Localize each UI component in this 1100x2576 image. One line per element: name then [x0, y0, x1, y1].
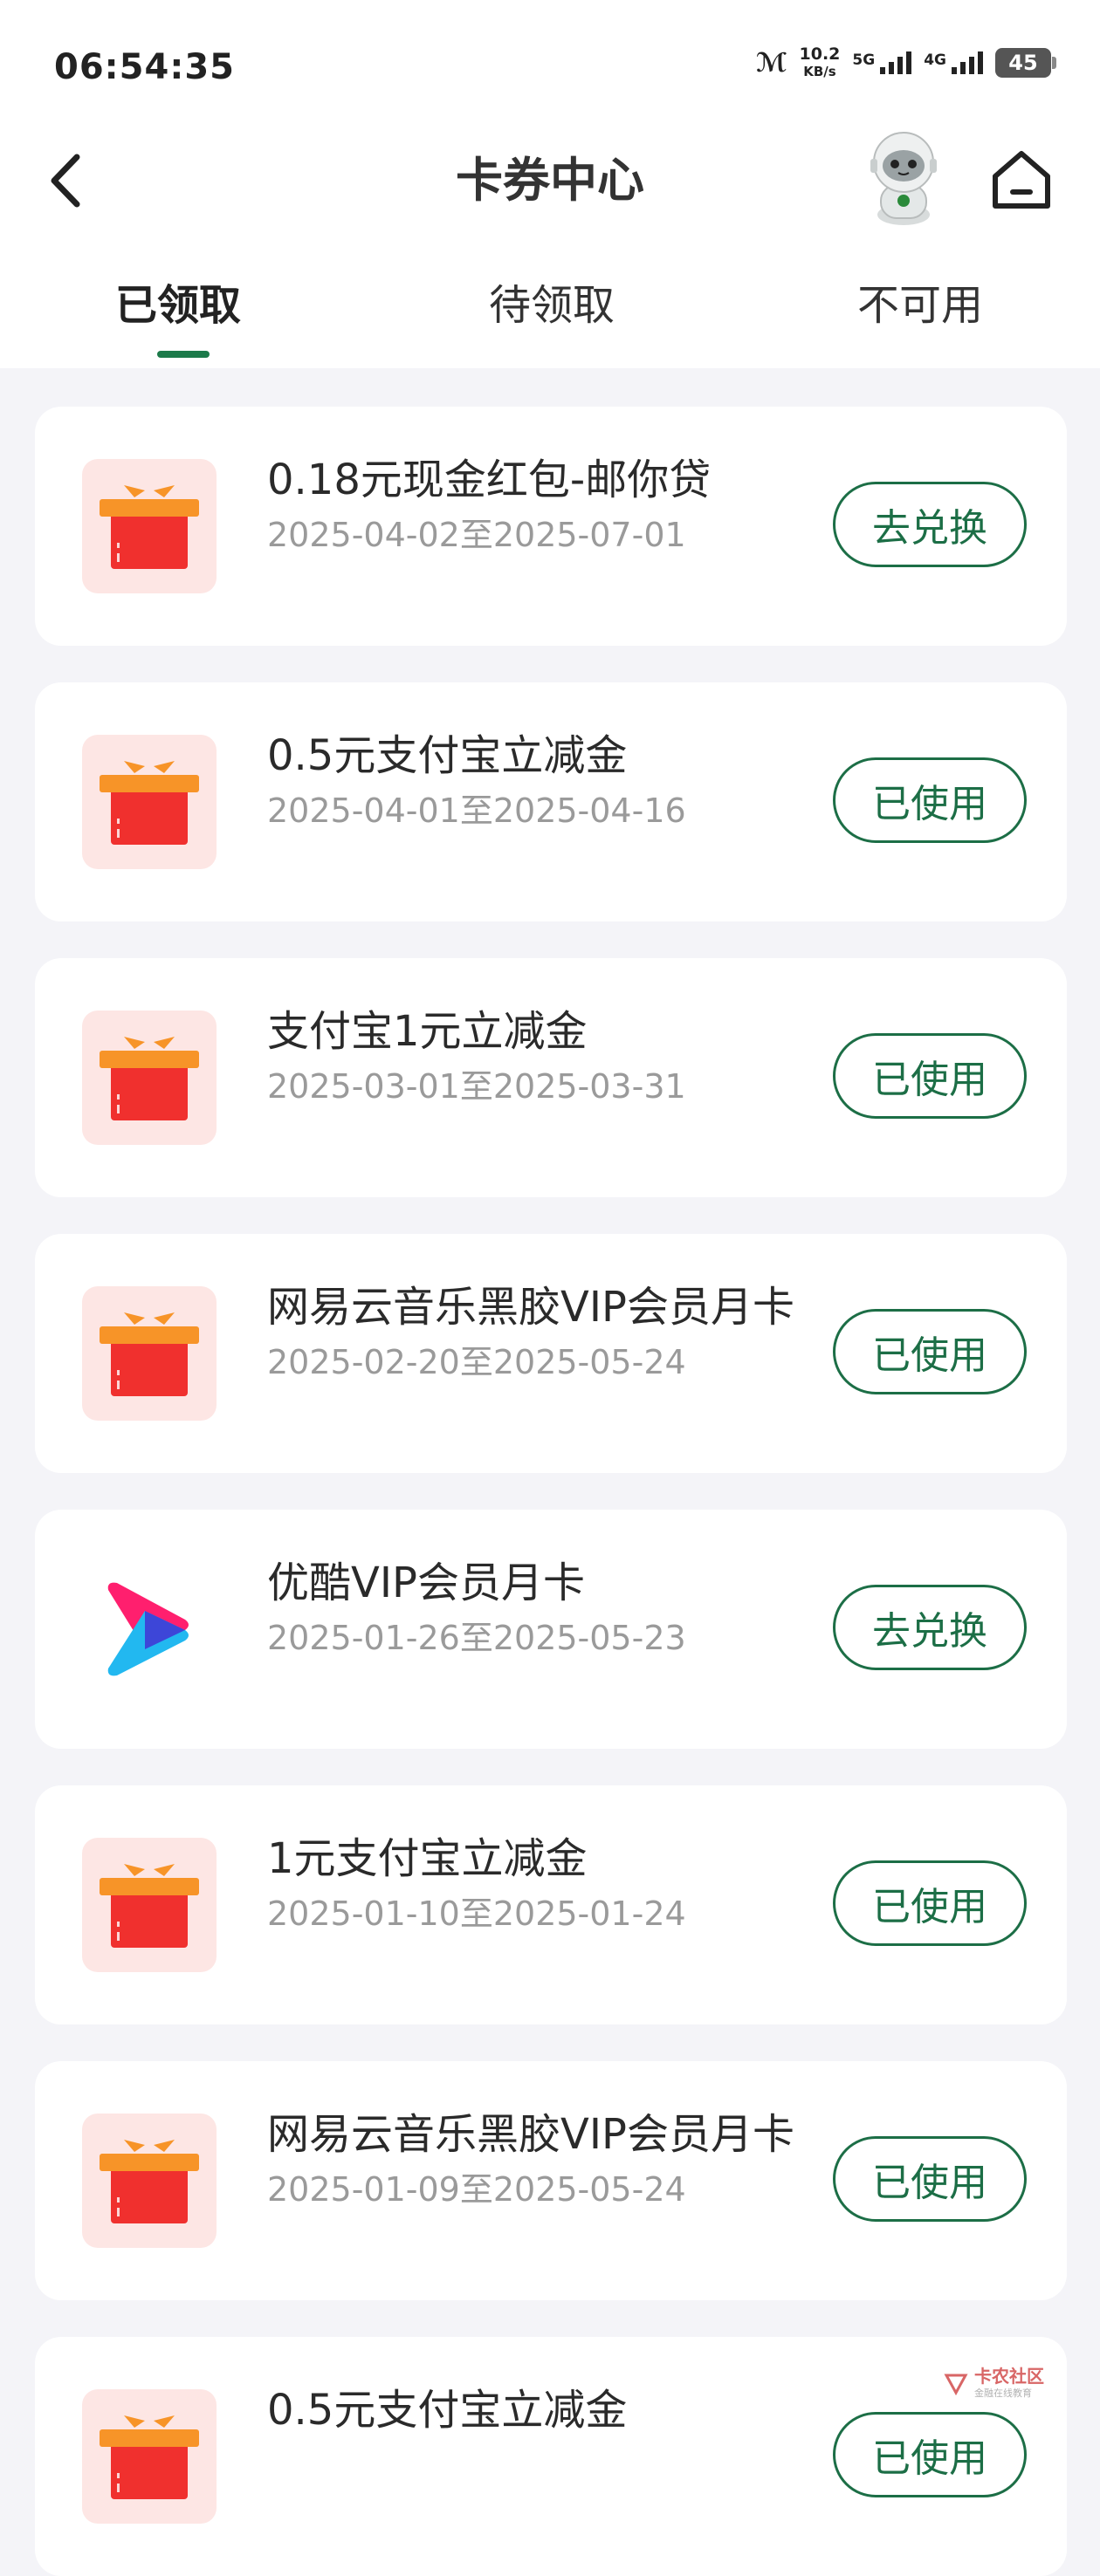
home-button[interactable]	[988, 147, 1055, 213]
coupon-validity-date: 2025-02-20至2025-05-24	[267, 1343, 686, 1381]
coupon-validity-date: 2025-01-10至2025-01-24	[267, 1894, 686, 1933]
network-speed-unit: KB/s	[803, 64, 836, 79]
status-icons: ℳ 10.2 KB/s 5G 4G 45	[755, 45, 1056, 80]
coupon-validity-date: 2025-04-01至2025-04-16	[267, 791, 686, 830]
coupon-validity-date: 2025-03-01至2025-03-31	[267, 1067, 686, 1106]
network-speed-value: 10.2	[799, 45, 841, 64]
coupon-title: 0.5元支付宝立减金	[267, 2386, 628, 2435]
coupon-title: 1元支付宝立减金	[267, 1834, 588, 1883]
signal-4g-icon: 4G	[924, 51, 983, 74]
coupon-tabs: 已领取 待领取 不可用	[0, 236, 1100, 368]
gift-icon	[82, 735, 217, 869]
status-bar: 06:54:35 ℳ 10.2 KB/s 5G 4G 45	[0, 0, 1100, 131]
assistant-mascot-icon[interactable]	[851, 124, 956, 229]
coupon-title: 支付宝1元立减金	[267, 1007, 588, 1056]
youku-logo-icon	[82, 1562, 217, 1696]
tab-claimed[interactable]: 已领取	[115, 271, 241, 332]
hd-voice-icon: ℳ	[755, 47, 787, 79]
gift-icon	[82, 1286, 217, 1421]
redeem-button[interactable]: 去兑换	[833, 1585, 1027, 1670]
signal-5g-icon: 5G	[852, 51, 912, 74]
coupon-validity-date: 2025-04-02至2025-07-01	[267, 516, 686, 554]
coupon-card: 支付宝1元立减金 2025-03-01至2025-03-31 已使用	[35, 958, 1067, 1197]
redeem-button[interactable]: 去兑换	[833, 482, 1027, 567]
coupon-card: 网易云音乐黑胶VIP会员月卡 2025-02-20至2025-05-24 已使用	[35, 1234, 1067, 1473]
watermark: 卡农社区 金融在线教育	[943, 2367, 1044, 2400]
gift-icon	[82, 2389, 217, 2524]
coupon-card: 0.5元支付宝立减金已使用	[35, 2337, 1067, 2576]
used-button[interactable]: 已使用	[833, 1309, 1027, 1394]
coupon-card: 优酷VIP会员月卡 2025-01-26至2025-05-23 去兑换	[35, 1510, 1067, 1749]
coupon-validity-date: 2025-01-09至2025-05-24	[267, 2170, 686, 2209]
coupon-title: 0.18元现金红包-邮你贷	[267, 456, 712, 504]
watermark-logo-icon	[944, 2374, 968, 2396]
used-button[interactable]: 已使用	[833, 2412, 1027, 2497]
coupon-validity-date: 2025-01-26至2025-05-23	[267, 1619, 686, 1657]
watermark-subtext: 金融在线教育	[974, 2388, 1032, 2399]
active-tab-indicator	[157, 351, 210, 358]
gift-icon	[82, 1011, 217, 1145]
coupon-title: 网易云音乐黑胶VIP会员月卡	[267, 1283, 794, 1332]
used-button[interactable]: 已使用	[833, 757, 1027, 843]
sim1-label: 5G	[852, 51, 876, 69]
coupon-card: 1元支付宝立减金 2025-01-10至2025-01-24 已使用	[35, 1785, 1067, 2024]
home-icon	[993, 151, 1050, 209]
gift-icon	[82, 459, 217, 593]
used-button[interactable]: 已使用	[833, 1860, 1027, 1946]
nav-bar: 卡券中心	[0, 131, 1100, 236]
sim2-label: 4G	[924, 51, 946, 69]
battery-icon: 45	[995, 48, 1056, 78]
tab-to-claim[interactable]: 待领取	[489, 271, 615, 332]
coupon-card: 0.5元支付宝立减金 2025-04-01至2025-04-16 已使用	[35, 682, 1067, 921]
coupon-card: 0.18元现金红包-邮你贷 2025-04-02至2025-07-01 去兑换	[35, 407, 1067, 646]
coupon-title: 网易云音乐黑胶VIP会员月卡	[267, 2110, 794, 2159]
status-time: 06:54:35	[54, 47, 235, 87]
coupon-title: 优酷VIP会员月卡	[267, 1559, 585, 1607]
tab-unavailable[interactable]: 不可用	[857, 271, 983, 332]
watermark-text: 卡农社区	[974, 2366, 1044, 2387]
battery-level: 45	[1008, 51, 1038, 75]
network-speed: 10.2 KB/s	[800, 45, 841, 80]
used-button[interactable]: 已使用	[833, 2136, 1027, 2222]
gift-icon	[82, 2114, 217, 2248]
coupon-card: 网易云音乐黑胶VIP会员月卡 2025-01-09至2025-05-24 已使用	[35, 2061, 1067, 2300]
gift-icon	[82, 1838, 217, 1972]
used-button[interactable]: 已使用	[833, 1033, 1027, 1119]
coupon-title: 0.5元支付宝立减金	[267, 731, 628, 780]
